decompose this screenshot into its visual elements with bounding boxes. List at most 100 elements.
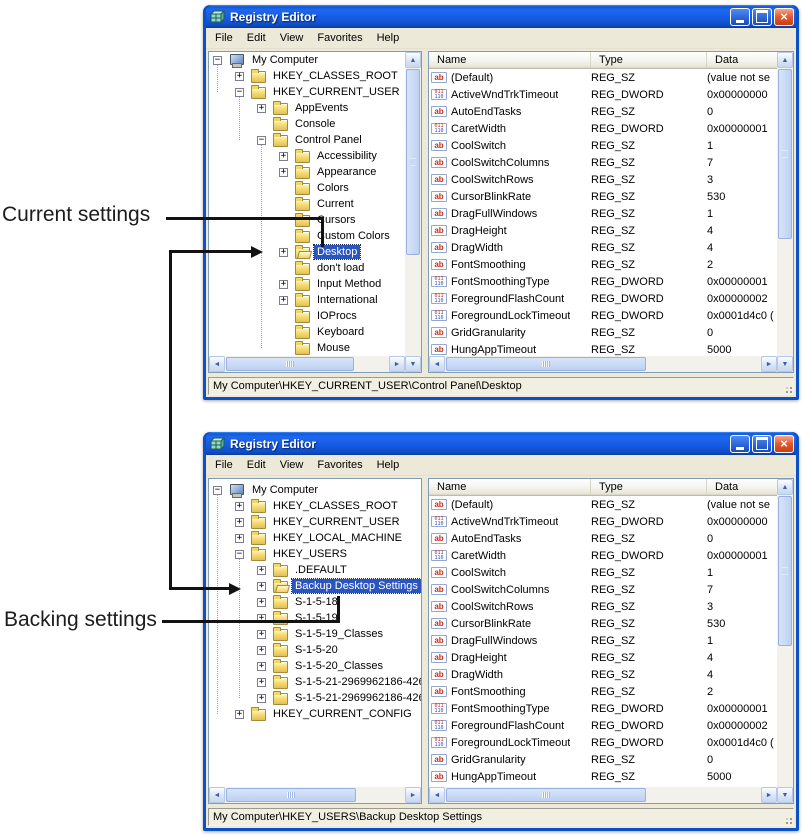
value-row-default[interactable]: ab(Default)REG_SZ(value not se [429, 69, 777, 86]
collapse-minus-icon[interactable]: − [235, 550, 244, 559]
expand-plus-icon[interactable]: + [257, 646, 266, 655]
tree-item-hkey-classes-root[interactable]: +HKEY_CLASSES_ROOT [209, 68, 405, 84]
expand-plus-icon[interactable]: + [235, 710, 244, 719]
expand-plus-icon[interactable]: + [257, 582, 266, 591]
column-header-type[interactable]: Type [591, 52, 707, 68]
tree-item-hkey-local-machine[interactable]: +HKEY_LOCAL_MACHINE [209, 530, 421, 546]
column-header-data[interactable]: Data [707, 52, 777, 68]
tree-item-custom-colors[interactable]: Custom Colors [209, 228, 405, 244]
value-row-autoendtasks[interactable]: abAutoEndTasksREG_SZ0 [429, 103, 777, 120]
column-header-data[interactable]: Data [707, 479, 777, 495]
tree-item-hkey-classes-root[interactable]: +HKEY_CLASSES_ROOT [209, 498, 421, 514]
value-row-fontsmoothing[interactable]: abFontSmoothingREG_SZ2 [429, 683, 777, 700]
menu-edit[interactable]: Edit [240, 29, 273, 48]
tree-item-my-computer[interactable]: −My Computer [209, 52, 405, 68]
value-row-caretwidth[interactable]: 011110CaretWidthREG_DWORD0x00000001 [429, 547, 777, 564]
value-row-coolswitchrows[interactable]: abCoolSwitchRowsREG_SZ3 [429, 598, 777, 615]
menu-help[interactable]: Help [370, 456, 407, 475]
scroll-right-arrow[interactable]: ► [405, 787, 421, 803]
value-row-dragfullwindows[interactable]: abDragFullWindowsREG_SZ1 [429, 632, 777, 649]
value-row-caretwidth[interactable]: 011110CaretWidthREG_DWORD0x00000001 [429, 120, 777, 137]
tree-item-s-1-5-19-classes[interactable]: +S-1-5-19_Classes [209, 626, 421, 642]
value-row-autoendtasks[interactable]: abAutoEndTasksREG_SZ0 [429, 530, 777, 547]
tree-item-s-1-5-18[interactable]: +S-1-5-18 [209, 594, 421, 610]
tree-item-console[interactable]: Console [209, 116, 405, 132]
value-row-dragheight[interactable]: abDragHeightREG_SZ4 [429, 222, 777, 239]
tree-item-international[interactable]: +International [209, 292, 405, 308]
tree-item-s-1-5-19[interactable]: +S-1-5-19 [209, 610, 421, 626]
menu-view[interactable]: View [273, 456, 311, 475]
scroll-thumb[interactable] [406, 69, 420, 255]
menu-help[interactable]: Help [370, 29, 407, 48]
scroll-left-arrow[interactable]: ◄ [429, 356, 445, 372]
minimize-button[interactable] [730, 8, 750, 26]
value-row-cursorblinkrate[interactable]: abCursorBlinkRateREG_SZ530 [429, 615, 777, 632]
collapse-minus-icon[interactable]: − [235, 88, 244, 97]
tree-item-s-1-5-21-2969962186-4269[interactable]: +S-1-5-21-2969962186-4269 [209, 690, 421, 706]
expand-plus-icon[interactable]: + [257, 694, 266, 703]
resize-grip[interactable] [790, 391, 792, 393]
tree-vertical-scrollbar[interactable]: ▲ ▼ [405, 52, 421, 372]
value-row-coolswitchcolumns[interactable]: abCoolSwitchColumnsREG_SZ7 [429, 154, 777, 171]
value-row-default[interactable]: ab(Default)REG_SZ(value not se [429, 496, 777, 513]
value-row-dragwidth[interactable]: abDragWidthREG_SZ4 [429, 666, 777, 683]
collapse-minus-icon[interactable]: − [213, 486, 222, 495]
collapse-minus-icon[interactable]: − [213, 56, 222, 65]
scroll-thumb[interactable] [446, 788, 646, 802]
scroll-down-arrow[interactable]: ▼ [777, 787, 793, 803]
expand-plus-icon[interactable]: + [235, 518, 244, 527]
value-row-fontsmoothingtype[interactable]: 011110FontSmoothingTypeREG_DWORD0x000000… [429, 273, 777, 290]
scroll-thumb[interactable] [226, 357, 354, 371]
scroll-right-arrow[interactable]: ► [761, 787, 777, 803]
maximize-button[interactable] [752, 435, 772, 453]
menu-view[interactable]: View [273, 29, 311, 48]
tree-item-accessibility[interactable]: +Accessibility [209, 148, 405, 164]
tree-item-hkey-current-user[interactable]: +HKEY_CURRENT_USER [209, 514, 421, 530]
tree-item-s-1-5-20-classes[interactable]: +S-1-5-20_Classes [209, 658, 421, 674]
expand-plus-icon[interactable]: + [279, 152, 288, 161]
title-bar[interactable]: Registry Editor × [206, 432, 796, 455]
scroll-down-arrow[interactable]: ▼ [777, 356, 793, 372]
tree-horizontal-scrollbar[interactable]: ◄ ► [209, 787, 421, 803]
value-row-dragwidth[interactable]: abDragWidthREG_SZ4 [429, 239, 777, 256]
value-row-foregroundflashcount[interactable]: 011110ForegroundFlashCountREG_DWORD0x000… [429, 717, 777, 734]
tree-item-cursors[interactable]: Cursors [209, 212, 405, 228]
value-row-foregroundflashcount[interactable]: 011110ForegroundFlashCountREG_DWORD0x000… [429, 290, 777, 307]
tree-item-keyboard[interactable]: Keyboard [209, 324, 405, 340]
scroll-thumb[interactable] [446, 357, 646, 371]
resize-grip[interactable] [790, 822, 792, 824]
value-row-cursorblinkrate[interactable]: abCursorBlinkRateREG_SZ530 [429, 188, 777, 205]
value-row-coolswitch[interactable]: abCoolSwitchREG_SZ1 [429, 137, 777, 154]
list-horizontal-scrollbar[interactable]: ◄ ► [429, 356, 777, 372]
value-row-coolswitch[interactable]: abCoolSwitchREG_SZ1 [429, 564, 777, 581]
scroll-thumb[interactable] [226, 788, 356, 802]
tree-horizontal-scrollbar[interactable]: ◄ ► [209, 356, 405, 372]
value-row-dragfullwindows[interactable]: abDragFullWindowsREG_SZ1 [429, 205, 777, 222]
value-row-dragheight[interactable]: abDragHeightREG_SZ4 [429, 649, 777, 666]
expand-plus-icon[interactable]: + [257, 678, 266, 687]
scroll-left-arrow[interactable]: ◄ [209, 356, 225, 372]
tree-item-my-computer[interactable]: −My Computer [209, 482, 421, 498]
tree-item-s-1-5-20[interactable]: +S-1-5-20 [209, 642, 421, 658]
menu-file[interactable]: File [208, 456, 240, 475]
value-row-foregroundlocktimeout[interactable]: 011110ForegroundLockTimeoutREG_DWORD0x00… [429, 734, 777, 751]
value-row-coolswitchcolumns[interactable]: abCoolSwitchColumnsREG_SZ7 [429, 581, 777, 598]
value-row-activewndtrktimeout[interactable]: 011110ActiveWndTrkTimeoutREG_DWORD0x0000… [429, 513, 777, 530]
scroll-left-arrow[interactable]: ◄ [429, 787, 445, 803]
menu-favorites[interactable]: Favorites [310, 456, 369, 475]
title-bar[interactable]: Registry Editor × [206, 5, 796, 28]
value-row-fontsmoothing[interactable]: abFontSmoothingREG_SZ2 [429, 256, 777, 273]
menu-edit[interactable]: Edit [240, 456, 273, 475]
tree-item-mouse[interactable]: Mouse [209, 340, 405, 356]
scroll-left-arrow[interactable]: ◄ [209, 787, 225, 803]
expand-plus-icon[interactable]: + [257, 566, 266, 575]
value-row-gridgranularity[interactable]: abGridGranularityREG_SZ0 [429, 751, 777, 768]
expand-plus-icon[interactable]: + [235, 534, 244, 543]
scroll-up-arrow[interactable]: ▲ [777, 52, 793, 68]
close-button[interactable]: × [774, 8, 794, 26]
expand-plus-icon[interactable]: + [257, 630, 266, 639]
tree-item-hkey-current-config[interactable]: +HKEY_CURRENT_CONFIG [209, 706, 421, 722]
value-row-hungapptimeout[interactable]: abHungAppTimeoutREG_SZ5000 [429, 768, 777, 785]
column-header-name[interactable]: Name [429, 52, 591, 68]
scroll-right-arrow[interactable]: ► [761, 356, 777, 372]
